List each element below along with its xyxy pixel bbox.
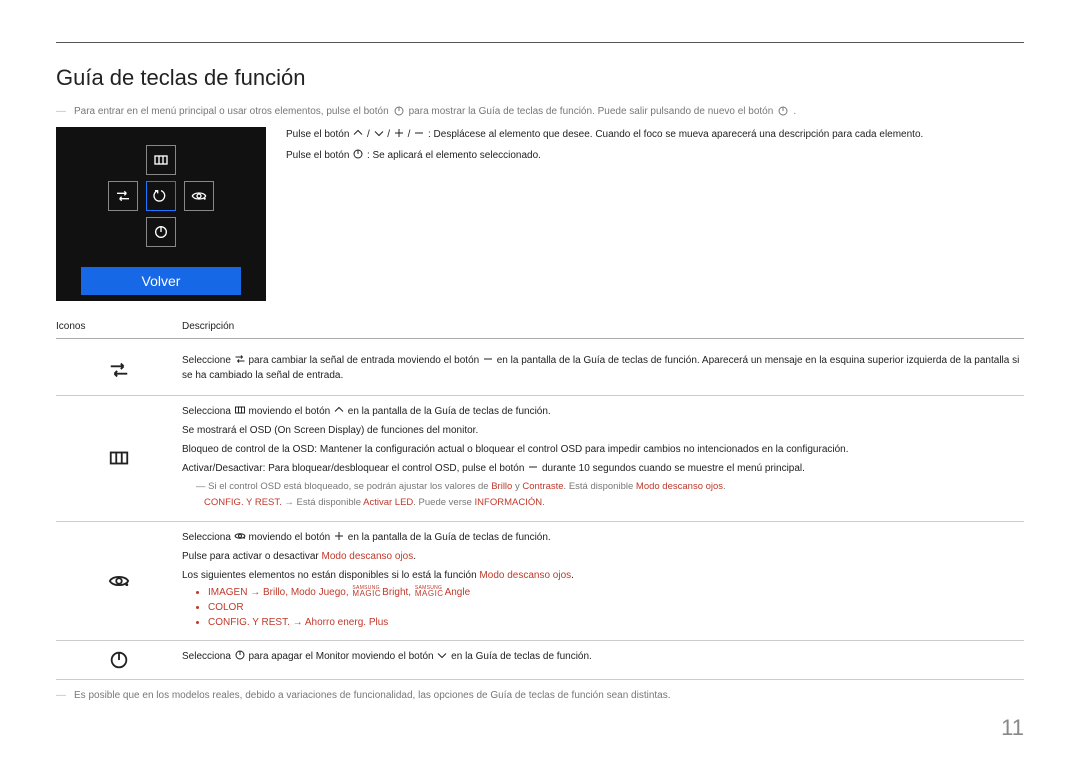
table-row: Selecciona para apagar el Monitor movien… — [56, 641, 1024, 680]
down-icon — [373, 127, 385, 139]
text: Pulse para activar o desactivar — [182, 551, 322, 562]
text: Seleccione — [182, 355, 231, 366]
text: Selecciona — [182, 406, 231, 417]
text: . — [723, 481, 726, 492]
text-contraste: Contraste — [522, 481, 563, 492]
text: moviendo el botón — [248, 532, 330, 543]
table-header: Iconos Descripción — [56, 321, 1024, 339]
page-title: Guía de teclas de función — [56, 65, 1024, 91]
side-text: Pulse el botón — [286, 129, 349, 140]
text: Activar/Desactivar: Para bloquear/desblo… — [182, 463, 524, 474]
source-icon — [115, 188, 131, 204]
text: Bloqueo de control de la OSD: Mantener l… — [182, 442, 1024, 457]
text: Modo descanso ojos — [479, 570, 571, 581]
source-icon — [108, 359, 130, 381]
side-text: : Se aplicará el elemento seleccionado. — [367, 150, 541, 161]
power-icon — [352, 148, 364, 160]
text: Activar LED — [363, 497, 413, 508]
plus-icon — [333, 530, 345, 542]
list-item: IMAGEN → Brillo, Modo Juego, SAMSUNGMAGI… — [208, 587, 1024, 598]
up-icon — [352, 127, 364, 139]
bullet-list: IMAGEN → Brillo, Modo Juego, SAMSUNGMAGI… — [182, 587, 1024, 628]
menu-icon — [153, 152, 169, 168]
eye-icon — [234, 530, 246, 542]
down-icon — [436, 649, 448, 661]
power-icon — [153, 224, 169, 240]
intro-text-b: para mostrar la Guía de teclas de funció… — [409, 106, 774, 117]
osd-return-label: Volver — [81, 267, 241, 295]
text: moviendo el botón — [248, 406, 330, 417]
icon-table: Iconos Descripción Seleccione para cambi… — [56, 321, 1024, 680]
minus-icon — [482, 353, 494, 365]
side-instructions: Pulse el botón / / / : Desplácese al ele… — [286, 127, 923, 169]
text: en la pantalla de la Guía de teclas de f… — [348, 532, 551, 543]
osd-return-button — [146, 181, 176, 211]
text: Selecciona — [182, 532, 231, 543]
plus-icon — [393, 127, 405, 139]
intro-note: Para entrar en el menú principal o usar … — [56, 105, 1024, 117]
text: para apagar el Monitor moviendo el botón — [248, 651, 433, 662]
osd-preview: Volver — [56, 127, 266, 301]
side-text: : Desplácese al elemento que desee. Cuan… — [428, 129, 923, 140]
osd-power-button — [146, 217, 176, 247]
power-icon — [234, 649, 246, 661]
text: Se mostrará el OSD (On Screen Display) d… — [182, 423, 1024, 438]
eye-icon — [191, 188, 207, 204]
menu-icon — [108, 447, 130, 469]
text-brillo: Brillo — [491, 481, 512, 492]
table-row: Selecciona moviendo el botón en la panta… — [56, 522, 1024, 641]
text-modo: Modo descanso ojos — [636, 481, 723, 492]
text: . Puede verse — [413, 497, 474, 508]
header-descripcion: Descripción — [182, 321, 1024, 332]
text: y — [512, 481, 522, 492]
minus-icon — [413, 127, 425, 139]
top-row: Volver Pulse el botón / / / : Desplácese… — [56, 127, 1024, 301]
menu-icon — [234, 404, 246, 416]
text: Si el control OSD está bloqueado, se pod… — [208, 481, 488, 492]
eye-icon — [108, 570, 130, 592]
power-icon — [393, 105, 405, 117]
power-icon — [777, 105, 789, 117]
header-iconos: Iconos — [56, 321, 182, 332]
osd-eye-button — [184, 181, 214, 211]
text: → Está disponible — [282, 497, 363, 508]
table-row: Seleccione para cambiar la señal de entr… — [56, 345, 1024, 396]
text: CONFIG. Y REST. — [204, 497, 282, 508]
top-rule — [56, 42, 1024, 43]
intro-text-a: Para entrar en el menú principal o usar … — [74, 106, 389, 117]
up-icon — [333, 404, 345, 416]
source-icon — [234, 353, 246, 365]
text: en la pantalla de la Guía de teclas de f… — [348, 406, 551, 417]
power-icon — [108, 649, 130, 671]
foot-note: Es posible que en los modelos reales, de… — [56, 690, 1024, 701]
page-number: 11 — [1001, 715, 1024, 741]
text: durante 10 segundos cuando se muestre el… — [542, 463, 805, 474]
page: Guía de teclas de función Para entrar en… — [0, 0, 1080, 763]
text: Modo descanso ojos — [322, 551, 414, 562]
table-row: Selecciona moviendo el botón en la panta… — [56, 396, 1024, 522]
osd-menu-button — [146, 145, 176, 175]
text: Selecciona — [182, 651, 231, 662]
text: Los siguientes elementos no están dispon… — [182, 570, 479, 581]
text: para cambiar la señal de entrada moviend… — [248, 355, 479, 366]
text: INFORMACIÓN — [475, 497, 543, 508]
osd-source-button — [108, 181, 138, 211]
list-item: CONFIG. Y REST. → Ahorro energ. Plus — [208, 617, 1024, 628]
text: . Está disponible — [564, 481, 636, 492]
list-item: COLOR — [208, 602, 1024, 613]
text: en la Guía de teclas de función. — [451, 651, 592, 662]
minus-icon — [527, 461, 539, 473]
return-icon — [153, 188, 169, 204]
side-text: Pulse el botón — [286, 150, 349, 161]
